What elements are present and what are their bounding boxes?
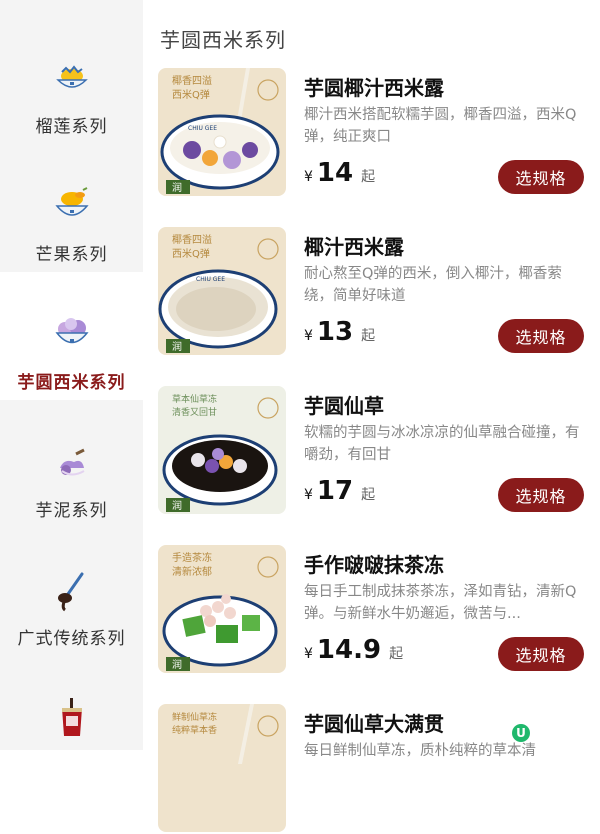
product-list: 芋圆西米系列 椰香四溢 西米Q弹 CHIU GEE 润 芋圆椰汁西米露 椰汁西米… [143,0,600,832]
price-suffix: 起 [361,328,376,344]
svg-text:CHIU GEE: CHIU GEE [188,125,217,132]
product-description: 软糯的芋圆与冰冰凉凉的仙草融合碰撞，有嚼劲，有回甘 [304,425,580,463]
product-card[interactable]: 椰香四溢 西米Q弹 CHIU GEE 润 芋圆椰汁西米露 椰汁西米搭配软糯芋圆，… [158,68,588,198]
product-image: 草本仙草冻 清香又回甘 润 [158,386,286,514]
svg-text:纯粹草本香: 纯粹草本香 [172,724,217,736]
svg-text:润: 润 [172,340,182,353]
spoon-sauce-icon [57,572,83,612]
select-spec-button[interactable]: 选规格 [498,637,584,671]
product-card[interactable]: 手造茶冻 清新浓郁 润 手作啵啵抹茶冻 每日手工制成抹茶茶冻，泽如青钻，清新Q弹… [158,545,588,675]
svg-text:西米Q弹: 西米Q弹 [172,247,210,260]
sidebar-item-taro-paste[interactable]: 芋泥系列 [0,400,143,528]
taro-ball-bowl-icon [54,318,89,344]
product-price: ¥ 14.9 起 [304,635,403,665]
svg-text:CHIU GEE: CHIU GEE [196,276,225,283]
product-name: 手作啵啵抹茶冻 [304,553,444,577]
svg-text:草本仙草冻: 草本仙草冻 [172,393,217,405]
select-spec-button[interactable]: 选规格 [498,319,584,353]
drink-cup-icon [61,698,82,736]
product-image: 手造茶冻 清新浓郁 润 [158,545,286,673]
sidebar-item-mango[interactable]: 芒果系列 [0,144,143,272]
select-spec-button[interactable]: 选规格 [498,478,584,512]
product-card[interactable]: 草本仙草冻 清香又回甘 润 芋圆仙草 软糯的芋圆与冰冰凉凉的仙草融合碰撞，有嚼劲… [158,386,588,516]
product-price: ¥ 14 起 [304,158,375,188]
price-value: 14.9 [316,635,382,665]
mango-bowl-icon [54,187,89,216]
product-name: 椰汁西米露 [304,235,404,259]
sidebar-item-label: 榴莲系列 [35,117,108,137]
svg-text:清新浓郁: 清新浓郁 [172,565,212,578]
currency-symbol: ¥ [304,328,313,344]
svg-text:清香又回甘: 清香又回甘 [172,406,217,418]
sidebar-item-drinks[interactable] [0,656,143,784]
category-sidebar: 榴莲系列 芒果系列 芋圆西米系列 芋泥系列 广式传统系列 [0,0,143,750]
sidebar-item-label: 芋圆西米系列 [17,373,126,393]
product-image: 鲜制仙草冻 纯粹草本香 [158,704,286,832]
svg-text:椰香四溢: 椰香四溢 [172,74,212,87]
svg-text:润: 润 [172,499,182,512]
svg-text:椰香四溢: 椰香四溢 [172,233,212,246]
sidebar-item-durian[interactable]: 榴莲系列 [0,16,143,144]
sidebar-item-cantonese[interactable]: 广式传统系列 [0,528,143,656]
currency-symbol: ¥ [304,169,313,185]
price-value: 17 [316,476,354,506]
currency-symbol: ¥ [304,487,313,503]
price-value: 13 [316,317,354,347]
product-name: 芋圆仙草 [304,394,384,418]
product-description: 每日手工制成抹茶茶冻，泽如青钻，清新Q弹。与新鲜水牛奶邂逅，微苦与... [304,584,577,622]
sidebar-item-label: 广式传统系列 [17,629,126,649]
floating-badge[interactable]: U [512,724,530,742]
product-image: 椰香四溢 西米Q弹 CHIU GEE 润 [158,68,286,196]
sidebar-item-label: 芋泥系列 [35,501,108,521]
svg-text:鲜制仙草冻: 鲜制仙草冻 [172,711,217,723]
price-suffix: 起 [361,169,376,185]
svg-text:手造茶冻: 手造茶冻 [172,551,212,564]
product-card[interactable]: 椰香四溢 西米Q弹 CHIU GEE 润 椰汁西米露 耐心熬至Q弹的西米，倒入椰… [158,227,588,357]
price-suffix: 起 [361,487,376,503]
currency-symbol: ¥ [304,646,313,662]
product-price: ¥ 17 起 [304,476,375,506]
product-description: 耐心熬至Q弹的西米，倒入椰汁，椰香萦绕，简单好味道 [304,266,562,304]
svg-text:润: 润 [172,181,182,194]
svg-text:西米Q弹: 西米Q弹 [172,88,210,101]
product-name: 芋圆仙草大满贯 [304,712,444,736]
product-image: 椰香四溢 西米Q弹 CHIU GEE 润 [158,227,286,355]
sidebar-item-taro-sago[interactable]: 芋圆西米系列 [0,272,143,400]
select-spec-button[interactable]: 选规格 [498,160,584,194]
price-value: 14 [316,158,354,188]
sidebar-item-label: 芒果系列 [35,245,108,265]
product-description: 椰汁西米搭配软糯芋圆，椰香四溢，西米Q弹，纯正爽口 [304,107,577,145]
product-description: 每日鲜制仙草冻，质朴纯粹的草本清 [304,743,536,759]
product-name: 芋圆椰汁西米露 [304,76,444,100]
price-suffix: 起 [389,646,404,662]
product-price: ¥ 13 起 [304,317,375,347]
section-title: 芋圆西米系列 [160,28,286,52]
durian-bowl-icon [55,65,88,88]
taro-paste-icon [59,448,85,476]
svg-text:润: 润 [172,658,182,671]
